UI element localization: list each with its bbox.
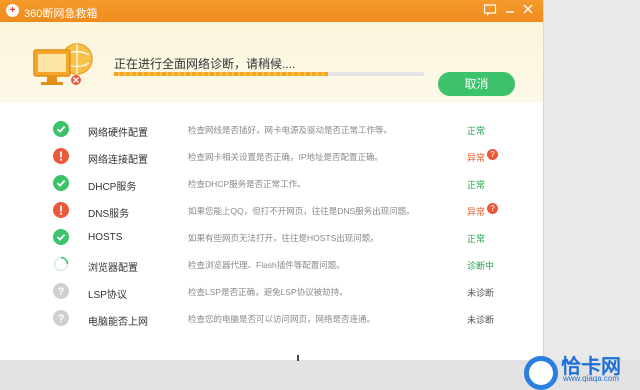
app-logo-icon: + xyxy=(6,4,19,17)
diagnosis-item: DHCP服务 检查DHCP服务是否正常工作。 正常 xyxy=(0,171,543,198)
item-name: 网络连接配置 xyxy=(88,155,148,166)
item-name: 电脑能否上网 xyxy=(88,317,148,328)
item-description: 检查网卡相关设置是否正确，IP地址是否配置正确。 xyxy=(188,152,384,162)
diagnosis-item: 网络硬件配置 检查网线是否插好，网卡电源及驱动是否正常工作等。 正常 xyxy=(0,117,543,144)
watermark-sub: www.qiaqa.com xyxy=(563,374,620,383)
item-name: 网络硬件配置 xyxy=(88,128,148,139)
diagnosis-status-text: 正在进行全面网络诊断，请稍候.... xyxy=(114,57,296,71)
item-result: 异常 xyxy=(467,207,486,217)
error-icon xyxy=(53,148,69,164)
item-name: HOSTS xyxy=(88,232,123,243)
item-description: 检查您的电脑是否可以访问网页，网络是否连通。 xyxy=(188,314,376,324)
item-name: DNS服务 xyxy=(88,209,130,220)
app-window: + 360断网急救箱 正在进行全面网络诊断，请稍候.... 取消 网络硬件配置检… xyxy=(0,0,543,360)
help-icon[interactable]: ? xyxy=(487,149,498,160)
item-name: 浏览器配置 xyxy=(88,263,138,274)
diagnosis-item: HOSTS 如果有些网页无法打开，往往是HOSTS出现问题。 正常 xyxy=(0,225,543,252)
resize-handle[interactable] xyxy=(297,355,299,361)
check-icon xyxy=(53,121,69,137)
item-name: LSP协议 xyxy=(88,290,127,301)
question-icon: ? xyxy=(53,310,69,326)
svg-text:?: ? xyxy=(58,286,65,298)
item-result: 异常 xyxy=(467,153,486,163)
title-bar: + 360断网急救箱 xyxy=(0,0,543,22)
diagnosis-item: ? 电脑能否上网 检查您的电脑是否可以访问网页，网络是否连通。 未诊断 xyxy=(0,306,543,333)
item-description: 检查网线是否插好，网卡电源及驱动是否正常工作等。 xyxy=(188,125,393,135)
diagnosis-item: 浏览器配置 检查浏览器代理、Flash插件等配置问题。 诊断中 xyxy=(0,252,543,279)
watermark-logo-icon xyxy=(524,356,558,390)
question-icon: ? xyxy=(53,283,69,299)
network-monitor-icon xyxy=(33,43,93,85)
item-result: 未诊断 xyxy=(467,288,495,298)
error-icon xyxy=(53,202,69,218)
progress-fill xyxy=(114,72,328,76)
item-result: 诊断中 xyxy=(467,261,495,271)
help-icon[interactable]: ? xyxy=(487,203,498,214)
loading-spinner-icon xyxy=(53,256,69,272)
item-description: 检查浏览器代理、Flash插件等配置问题。 xyxy=(188,260,345,270)
item-result: 未诊断 xyxy=(467,315,495,325)
diagnosis-header: 正在进行全面网络诊断，请稍候.... 取消 xyxy=(0,22,543,103)
diagnosis-item: DNS服务 如果您能上QQ，但打不开网页，往往是DNS服务出现问题。 异常? xyxy=(0,198,543,225)
item-name: DHCP服务 xyxy=(88,182,137,193)
item-description: 如果有些网页无法打开，往往是HOSTS出现问题。 xyxy=(188,233,379,243)
diagnosis-progress-bar xyxy=(114,72,424,76)
diagnosis-item: ? LSP协议 检查LSP是否正确，避免LSP协议被劫持。 未诊断 xyxy=(0,279,543,306)
item-description: 检查LSP是否正确，避免LSP协议被劫持。 xyxy=(188,287,348,297)
window-title: 360断网急救箱 xyxy=(24,8,98,20)
diagnosis-item: 网络连接配置 检查网卡相关设置是否正确，IP地址是否配置正确。 异常? xyxy=(0,144,543,171)
check-icon xyxy=(53,229,69,245)
item-description: 如果您能上QQ，但打不开网页，往往是DNS服务出现问题。 xyxy=(188,206,415,216)
item-result: 正常 xyxy=(467,180,486,190)
item-result: 正常 xyxy=(467,234,486,244)
close-icon[interactable] xyxy=(520,3,536,19)
cancel-button[interactable]: 取消 xyxy=(438,72,515,96)
item-description: 检查DHCP服务是否正常工作。 xyxy=(188,179,306,189)
item-result: 正常 xyxy=(467,126,486,136)
feedback-icon[interactable] xyxy=(482,3,498,19)
svg-text:?: ? xyxy=(58,313,65,325)
check-icon xyxy=(53,175,69,191)
minimize-icon[interactable] xyxy=(502,3,518,19)
